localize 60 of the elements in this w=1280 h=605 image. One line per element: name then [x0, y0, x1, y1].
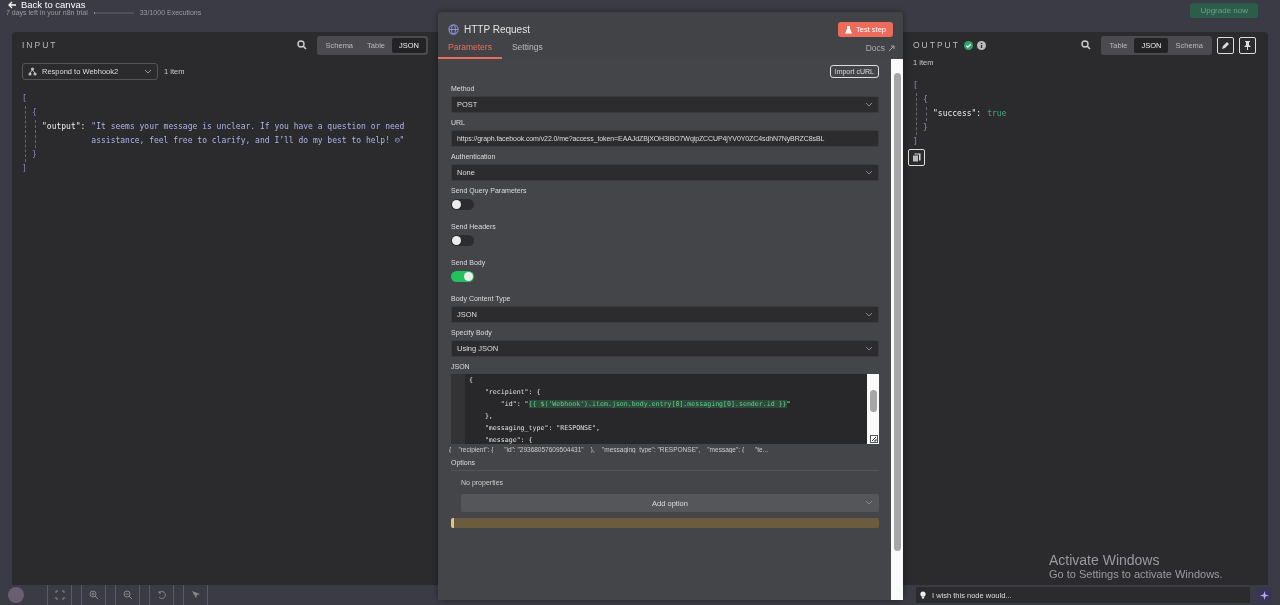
node-title: HTTP Request — [464, 24, 530, 35]
cursor-icon — [190, 590, 201, 600]
zoom-in-icon — [88, 590, 99, 600]
json-bracket: } — [923, 122, 929, 134]
json-bracket: [ — [913, 80, 919, 92]
zoom-out-icon — [122, 590, 133, 600]
success-check-icon — [963, 40, 973, 50]
node-tab[interactable]: Settings — [501, 39, 553, 59]
scrollbar[interactable] — [867, 374, 879, 444]
search-icon[interactable] — [296, 40, 307, 50]
json-value: true — [987, 108, 1007, 120]
panel-title: INPUT — [22, 40, 58, 50]
toggle-switch[interactable] — [451, 271, 474, 282]
json-bracket: } — [32, 149, 38, 161]
info-icon — [976, 40, 986, 50]
resize-icon — [870, 435, 878, 443]
json-bracket: { — [32, 107, 38, 119]
search-icon[interactable] — [1080, 40, 1091, 50]
copy-button[interactable] — [908, 149, 925, 166]
copy-icon — [912, 153, 921, 162]
json-bracket: ] — [22, 163, 28, 175]
pin-button[interactable] — [1239, 36, 1256, 54]
chevron-down-icon — [865, 170, 873, 175]
chevron-down-icon — [865, 346, 873, 351]
json-key: "output": — [42, 120, 86, 148]
json-value: "It seems your message is unclear. If you have a question or need — [91, 121, 405, 133]
toolbar-button[interactable] — [115, 585, 140, 605]
sparkle-icon — [1259, 590, 1269, 600]
json-bracket: ] — [913, 136, 919, 148]
toggle-switch[interactable] — [451, 199, 474, 210]
chevron-down-icon — [865, 500, 873, 505]
toggle-switch[interactable] — [451, 235, 474, 246]
json-value: assistance, feel free to clarify, and I’ll do my best to help! ☺" — [91, 135, 405, 147]
toolbar-button[interactable] — [81, 585, 106, 605]
edit-button[interactable] — [1217, 36, 1234, 54]
scrollbar[interactable] — [891, 59, 903, 600]
chevron-down-icon — [865, 312, 873, 317]
pencil-icon — [1221, 40, 1230, 50]
line-gutter — [451, 374, 465, 444]
chevron-down-icon — [144, 69, 152, 74]
chevron-down-icon — [865, 102, 873, 107]
activation-subtitle: Go to Settings to activate Windows. — [1049, 568, 1223, 580]
panel-title: OUTPUT — [913, 40, 960, 50]
fit-view-icon — [54, 590, 65, 600]
json-bracket: [ — [22, 93, 28, 105]
docs-link[interactable]: Docs — [865, 43, 895, 59]
activation-title: Activate Windows — [1049, 552, 1161, 568]
arrow-left-icon — [8, 0, 17, 9]
json-bracket: { — [923, 94, 929, 106]
toolbar-button[interactable] — [183, 585, 208, 605]
pin-icon — [1243, 40, 1252, 50]
flask-icon — [845, 25, 852, 34]
undo-icon — [156, 590, 167, 600]
json-key: "success": — [933, 107, 982, 121]
globe-icon — [448, 24, 459, 35]
lightbulb-icon — [920, 591, 926, 599]
external-link-icon — [888, 44, 895, 52]
back-to-canvas-link[interactable]: Back to canvas — [8, 0, 202, 9]
assistant-button[interactable] — [1256, 587, 1272, 603]
nodes-icon — [28, 67, 37, 76]
